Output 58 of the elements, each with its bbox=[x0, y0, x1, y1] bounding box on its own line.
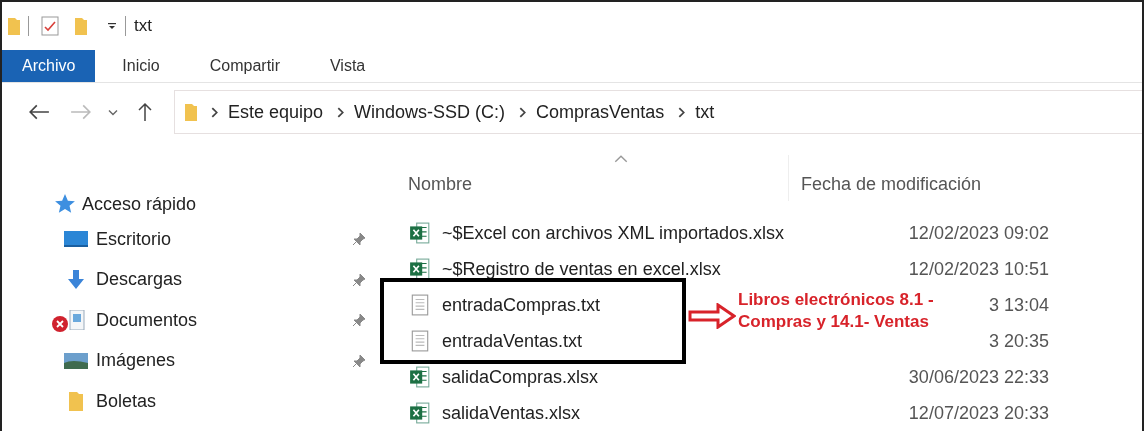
modified-date: 3 20:35 bbox=[988, 330, 1049, 351]
pin-icon[interactable] bbox=[352, 353, 366, 368]
chevron-down-icon[interactable] bbox=[108, 108, 118, 116]
file-name[interactable]: ~$Excel con archivos XML importados.xlsx bbox=[442, 222, 784, 243]
ribbon-tab[interactable]: Compartir bbox=[186, 50, 303, 82]
desktop-icon bbox=[64, 229, 88, 250]
file-name[interactable]: entradaCompras.txt bbox=[442, 294, 601, 315]
file-name[interactable]: salidaVentas.xlsx bbox=[442, 402, 581, 423]
column-header[interactable]: Nombre bbox=[408, 161, 788, 195]
file-name[interactable]: salidaCompras.xlsx bbox=[442, 366, 599, 387]
pin-icon[interactable] bbox=[352, 272, 366, 287]
breadcrumb[interactable]: txt bbox=[695, 101, 715, 123]
ribbon-tab[interactable]: Inicio bbox=[99, 50, 183, 82]
spreadsheet-file-icon bbox=[410, 222, 430, 244]
modified-date: 3 13:04 bbox=[988, 294, 1049, 315]
ribbon-tab[interactable]: Archivo bbox=[2, 50, 96, 82]
ribbon-tab[interactable]: Vista bbox=[306, 50, 389, 82]
up-arrow-icon[interactable] bbox=[138, 102, 152, 122]
chevron-right-icon bbox=[211, 106, 218, 118]
address-bar[interactable]: Este equipo Windows-SSD (C:) ComprasVentas txt bbox=[174, 90, 1142, 134]
breadcrumb[interactable]: ComprasVentas bbox=[536, 101, 665, 123]
dropdown-icon[interactable] bbox=[107, 21, 117, 31]
column-header[interactable]: Fecha de modificación bbox=[801, 161, 982, 195]
back-arrow-icon[interactable] bbox=[28, 104, 50, 120]
sidebar-item[interactable]: Escritorio bbox=[96, 228, 352, 250]
star-icon bbox=[54, 193, 76, 215]
modified-date: 12/02/2023 09:02 bbox=[908, 222, 1049, 243]
picture-icon bbox=[64, 350, 88, 371]
text-file-icon bbox=[410, 294, 430, 316]
chevron-right-icon bbox=[519, 106, 527, 118]
text-file-icon bbox=[410, 330, 430, 352]
modified-date: 30/06/2023 22:33 bbox=[908, 366, 1049, 387]
modified-date: 12/07/2023 20:33 bbox=[908, 402, 1049, 423]
sidebar-item[interactable]: Boletas bbox=[96, 390, 352, 412]
properties-icon[interactable] bbox=[41, 16, 59, 36]
sort-caret-icon bbox=[614, 155, 628, 163]
window-title: txt bbox=[134, 16, 152, 36]
file-name[interactable]: entradaVentas.txt bbox=[442, 330, 583, 351]
spreadsheet-file-icon bbox=[410, 402, 430, 424]
callout-arrow bbox=[688, 303, 736, 329]
sidebar-item[interactable]: Descargas bbox=[96, 269, 352, 291]
pin-icon[interactable] bbox=[352, 232, 366, 247]
sidebar-item[interactable]: Documentos bbox=[96, 309, 352, 331]
callout-text: Libros electrónicos 8.1 - Compras y 14.1- Ventas bbox=[738, 289, 934, 333]
spreadsheet-file-icon bbox=[410, 366, 430, 388]
modified-date: 12/02/2023 10:51 bbox=[908, 258, 1049, 279]
error-badge-icon bbox=[52, 316, 68, 333]
sidebar-item[interactable]: Imágenes bbox=[96, 350, 352, 372]
folder-icon bbox=[185, 103, 197, 121]
file-name[interactable]: ~$Registro de ventas en excel.xlsx bbox=[442, 258, 721, 279]
chevron-right-icon bbox=[678, 106, 686, 118]
breadcrumb[interactable]: Este equipo bbox=[228, 101, 324, 123]
chevron-right-icon bbox=[337, 106, 345, 118]
spreadsheet-file-icon bbox=[410, 258, 430, 280]
pin-icon[interactable] bbox=[352, 313, 366, 328]
forward-arrow-icon[interactable] bbox=[70, 104, 92, 120]
breadcrumb[interactable]: Windows-SSD (C:) bbox=[354, 101, 506, 123]
quick-access-item[interactable]: Acceso rápido bbox=[2, 189, 382, 219]
